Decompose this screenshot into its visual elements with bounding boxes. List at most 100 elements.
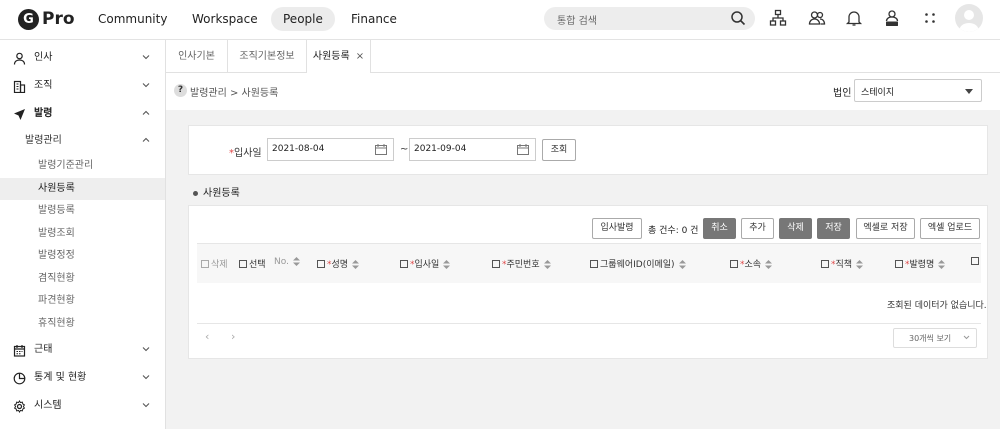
nav-tab-finance[interactable]: Finance [339,7,409,31]
excel-save-button[interactable]: 엑셀로 저장 [856,218,915,239]
sidebar-item-orders[interactable]: 발령 [0,102,165,126]
per-page-select[interactable]: 30개씩 보기 [893,328,977,348]
table-header: 삭제 선택 No. *성명 *입사일 *주민번호 그룹웨어ID(이메일) *소속… [197,243,981,283]
sidebar-sub-label: 발령조회 [38,228,75,239]
sort-icon[interactable] [443,260,451,269]
add-button[interactable]: 추가 [741,218,774,239]
col-select[interactable]: 선택 [239,257,266,270]
date-to-value: 2021-09-04 [414,144,467,154]
sidebar-item-attendance[interactable]: 근태 [0,338,165,362]
delete-button[interactable]: 삭제 [779,218,812,239]
help-icon[interactable]: ? [174,84,187,97]
apps-grid-icon[interactable] [921,9,939,27]
hire-date-label-text: 입사일 [234,148,262,159]
sidebar-group-label: 발령관리 [25,135,62,146]
sidebar-sub-label: 파견현황 [38,295,75,306]
global-search-input[interactable]: 통합 검색 [544,7,755,30]
breadcrumb-row: ? 발령관리 > 사원등록 법인 스테이지 [166,73,1000,110]
calendar-icon[interactable] [375,144,387,155]
sidebar-sub-label: 휴직현황 [38,318,75,329]
caret-down-icon [965,89,973,94]
col-no[interactable]: No. [274,257,300,267]
chevron-down-icon [142,55,150,60]
col-overflow [971,257,981,267]
date-to-input[interactable]: 2021-09-04 [409,138,536,161]
sidebar-sub-order-inquiry[interactable]: 발령조회 [0,223,165,245]
sidebar-sub-leave-status[interactable]: 휴직현황 [0,313,165,335]
edit-checkbox-icon [730,260,738,268]
sort-icon[interactable] [292,257,300,266]
calendar-icon[interactable] [517,144,529,155]
col-label: 삭제 [211,260,228,270]
breadcrumb: 발령관리 > 사원등록 [190,88,279,99]
sort-icon[interactable] [352,260,360,269]
edit-checkbox-icon [492,260,500,268]
sidebar-item-org[interactable]: 조직 [0,74,165,98]
col-department[interactable]: *소속 [730,257,773,270]
sidebar-sub-order-criteria[interactable]: 발령기준관리 [0,155,165,177]
next-page-button[interactable]: › [231,330,235,343]
cancel-button[interactable]: 취소 [703,218,736,239]
col-delete[interactable]: 삭제 [201,257,228,270]
sidebar-item-system[interactable]: 시스템 [0,394,165,418]
tab-hr-basic[interactable]: 인사기본 [166,40,228,73]
bell-icon[interactable] [845,9,863,27]
search-button[interactable]: 조회 [542,139,576,161]
sidebar-sub-concurrent-status[interactable]: 겸직현황 [0,268,165,290]
nav-tab-people[interactable]: People [271,7,335,31]
sort-icon[interactable] [856,260,864,269]
chevron-down-icon [963,335,970,340]
sidebar-item-statistics[interactable]: 통계 및 현황 [0,366,165,390]
sidebar-sub-label: 겸직현황 [38,273,75,284]
col-position[interactable]: *직책 [821,257,864,270]
tab-employee-register[interactable]: 사원등록 × [307,40,371,73]
col-name[interactable]: *성명 [317,257,360,270]
col-resident-no[interactable]: *주민번호 [492,257,551,270]
org-chart-icon[interactable] [769,9,787,27]
admin-user-icon[interactable] [883,9,901,27]
divider [197,323,981,324]
people-icon[interactable] [808,9,826,27]
sidebar-item-label: 시스템 [34,400,62,411]
logo-text: Pro [42,9,75,29]
tab-org-basic-info[interactable]: 조직기본정보 [228,40,307,73]
corp-select[interactable]: 스테이지 [854,79,982,102]
section-title: 사원등록 [193,184,240,199]
user-avatar[interactable] [955,4,983,32]
sidebar-sub-order-register[interactable]: 발령등록 [0,200,165,222]
chevron-up-icon [142,110,150,115]
top-bar: G Pro Community Workspace People Finance… [0,0,1000,40]
sidebar-sub-employee-register[interactable]: 사원등록 [0,178,165,200]
sidebar-item-hr[interactable]: 인사 [0,46,165,70]
sidebar-item-label: 근태 [34,344,53,355]
checkbox-icon [201,260,209,268]
col-label: No. [274,257,289,267]
corp-label: 법인 [833,88,852,99]
sort-icon[interactable] [543,260,551,269]
col-groupware-id[interactable]: 그룹웨어ID(이메일) [590,257,686,270]
chevron-up-icon [142,137,150,142]
sidebar-sub-order-correction[interactable]: 발령정정 [0,245,165,267]
save-button[interactable]: 저장 [817,218,850,239]
prev-page-button[interactable]: ‹ [205,330,209,343]
sort-icon[interactable] [678,260,686,269]
sidebar-group-order-management[interactable]: 발령관리 [25,130,165,152]
col-hire-date[interactable]: *입사일 [400,257,451,270]
sort-icon[interactable] [938,260,946,269]
hire-order-button[interactable]: 입사발령 [592,218,642,239]
app-logo[interactable]: G Pro [18,8,75,30]
close-tab-icon[interactable]: × [356,51,364,62]
edit-checkbox-icon [590,260,598,268]
excel-upload-button[interactable]: 엑셀 업로드 [920,218,980,239]
employee-grid-panel: 입사발령 총 건수: 0 건 취소 추가 삭제 저장 엑셀로 저장 엑셀 업로드… [188,205,988,359]
sort-icon[interactable] [765,260,773,269]
total-count: 총 건수: 0 건 [648,226,699,236]
nav-tab-community[interactable]: Community [86,7,179,31]
sidebar-sub-dispatch-status[interactable]: 파견현황 [0,290,165,312]
chevron-down-icon [142,83,150,88]
nav-tab-workspace[interactable]: Workspace [180,7,270,31]
sidebar-sub-label: 발령정정 [38,250,75,261]
date-from-input[interactable]: 2021-08-04 [267,138,394,161]
search-icon[interactable] [730,10,746,26]
col-order-name[interactable]: *발령명 [895,257,946,270]
